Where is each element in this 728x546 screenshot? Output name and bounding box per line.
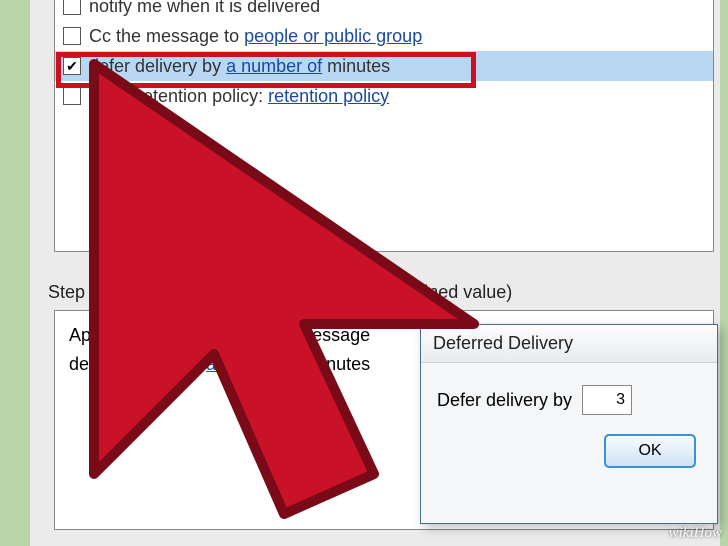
defer-input-row: Defer delivery by bbox=[437, 385, 701, 415]
watermark: wikiHow bbox=[669, 525, 722, 542]
ok-button[interactable]: OK bbox=[605, 435, 695, 467]
retention-link[interactable]: retention policy bbox=[268, 86, 389, 106]
option-retention-row[interactable]: apply retention policy: retention policy bbox=[55, 81, 713, 111]
checkbox-unchecked-2[interactable] bbox=[63, 27, 81, 45]
option-cc-row[interactable]: Cc the message to people or public group bbox=[55, 21, 713, 51]
option-retention-label: apply retention policy: retention policy bbox=[89, 86, 389, 107]
actions-listbox: notify me when it is delivered Cc the me… bbox=[54, 0, 714, 252]
defer-minutes-input[interactable] bbox=[582, 385, 632, 415]
checkbox-checked-defer[interactable]: ✔ bbox=[63, 57, 81, 75]
checkbox-unchecked-3[interactable] bbox=[63, 87, 81, 105]
dialog-title: Deferred Delivery bbox=[421, 325, 717, 363]
cc-link[interactable]: people or public group bbox=[244, 26, 422, 46]
deferred-delivery-dialog: Deferred Delivery Defer delivery by OK bbox=[420, 324, 718, 524]
defer-link[interactable]: a number of bbox=[226, 56, 322, 76]
step2-label: Step 2: Edit the rule description (click… bbox=[48, 282, 512, 303]
dialog-buttons: OK bbox=[437, 435, 701, 467]
option-defer-label: defer delivery by a number of minutes bbox=[89, 56, 390, 77]
option-defer-row[interactable]: ✔ defer delivery by a number of minutes bbox=[55, 51, 713, 81]
option-notify-label: notify me when it is delivered bbox=[89, 0, 320, 17]
dialog-body: Defer delivery by OK bbox=[421, 363, 717, 479]
defer-input-label: Defer delivery by bbox=[437, 390, 572, 411]
desc-defer-link[interactable]: a number of bbox=[206, 354, 302, 374]
checkbox-unchecked-1[interactable] bbox=[63, 0, 81, 15]
option-cc-label: Cc the message to people or public group bbox=[89, 26, 422, 47]
option-notify-row[interactable]: notify me when it is delivered bbox=[55, 0, 713, 21]
